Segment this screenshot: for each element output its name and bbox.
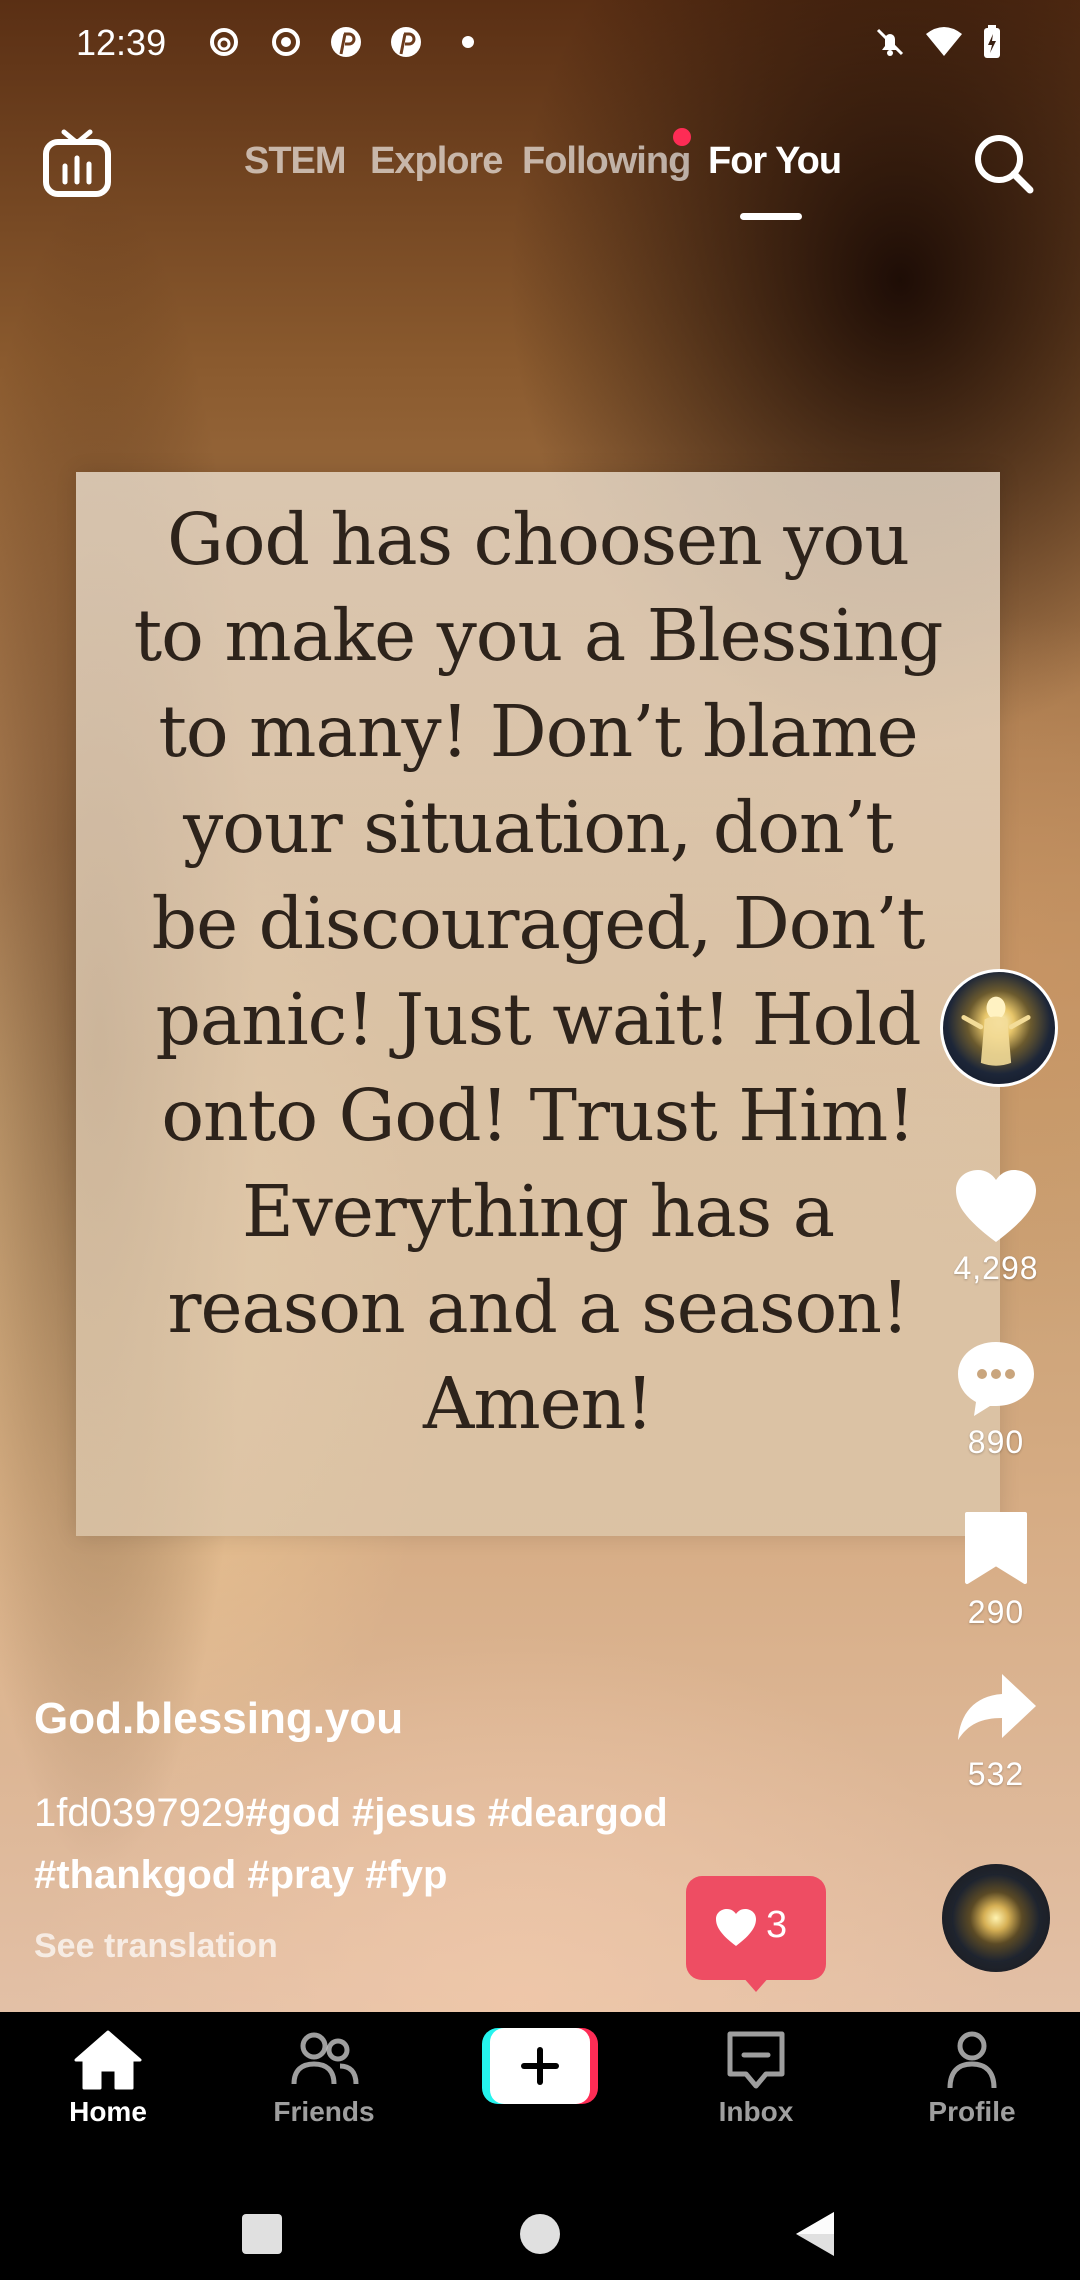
friends-icon [291,2032,359,2085]
quote-line: God has choosen you [167,498,910,581]
bookmark-icon [965,1512,1027,1584]
pinterest-icon [391,27,421,57]
notification-count: 3 [766,1904,788,1946]
back-icon [796,2212,834,2256]
bell-off-icon [876,28,904,56]
bubble-tail [742,1976,770,1992]
share-count: 532 [967,1756,1025,1792]
sound-disc[interactable] [942,1864,1050,1972]
share-button[interactable]: 532 [940,1670,1052,1793]
home-icon [74,2030,142,2090]
quote-line: panic! Just wait! Hold [155,978,921,1061]
quote-text: God has choosen you to make you a Blessi… [76,492,1000,1452]
avatar-image-icon [961,996,1031,1066]
recents-icon [242,2214,282,2254]
comment-icon [958,1342,1034,1416]
pinterest-icon [331,27,361,57]
save-button[interactable]: 290 [940,1510,1052,1631]
quote-line: Everything has a [241,1170,835,1253]
comment-count: 890 [967,1424,1025,1460]
creator-username[interactable]: God.blessing.you [34,1694,403,1744]
search-icon[interactable] [968,128,1040,200]
nav-home-label: Home [69,2096,147,2127]
save-count: 290 [967,1594,1025,1630]
following-notification-dot [673,128,691,146]
see-translation-link[interactable]: See translation [34,1927,278,1966]
caption-text: 1fd0397929 [34,1791,246,1835]
wifi-icon [926,27,962,56]
quote-line: Amen! [423,1362,654,1445]
quote-line: reason and a season! [167,1266,910,1349]
home-circle-icon [520,2214,560,2254]
comment-button[interactable]: 890 [940,1338,1052,1461]
heart-icon [716,1909,756,1946]
quote-card: God has choosen you to make you a Blessi… [76,472,1000,1536]
like-button[interactable]: 4,298 [940,1168,1052,1287]
record-icon [272,28,300,56]
system-nav-bar [0,2152,1080,2280]
create-button[interactable] [482,2028,598,2104]
profile-icon [947,2031,997,2089]
inbox-icon [727,2031,785,2089]
tab-stem[interactable]: STEM [244,140,347,183]
nav-friends[interactable]: Friends [244,2028,404,2128]
nav-profile-label: Profile [928,2096,1016,2127]
nav-friends-label: Friends [273,2096,375,2127]
quote-line: to make you a Blessing [133,594,944,677]
likes-notification-bubble[interactable]: 3 [686,1876,826,1992]
like-count: 4,298 [953,1250,1039,1286]
status-bar: 12:39 [0,0,1080,84]
status-time: 12:39 [76,22,167,63]
top-tabs: STEM Explore Following For You [0,132,1080,232]
caption-hashtags[interactable]: #thankgod #pray #fyp [34,1853,447,1897]
active-tab-indicator [740,213,802,220]
tab-for-you[interactable]: For You [708,140,842,183]
creator-avatar[interactable] [940,969,1058,1087]
system-nav-icons [242,2212,834,2256]
tab-following[interactable]: Following [522,140,691,183]
heart-icon [956,1170,1036,1242]
nav-inbox-label: Inbox [718,2096,794,2127]
threads-icon [210,28,238,56]
battery-charging-icon [984,25,1000,58]
quote-line: onto God! Trust Him! [161,1074,915,1157]
nav-home[interactable]: Home [28,2028,188,2128]
dot-icon [462,36,474,48]
screen: God has choosen you to make you a Blessi… [0,0,1080,2280]
share-arrow-icon [958,1674,1036,1740]
quote-line: your situation, don’t [183,786,894,869]
tab-explore[interactable]: Explore [370,140,503,183]
nav-profile[interactable]: Profile [892,2028,1052,2128]
quote-line: be discouraged, Don’t [151,882,926,965]
video-caption: 1fd0397929#god #jesus #deargod #thankgod… [34,1782,734,1906]
quote-line: to many! Don’t blame [158,690,918,773]
caption-hashtags[interactable]: #god #jesus #deargod [245,1791,667,1835]
nav-inbox[interactable]: Inbox [676,2028,836,2128]
